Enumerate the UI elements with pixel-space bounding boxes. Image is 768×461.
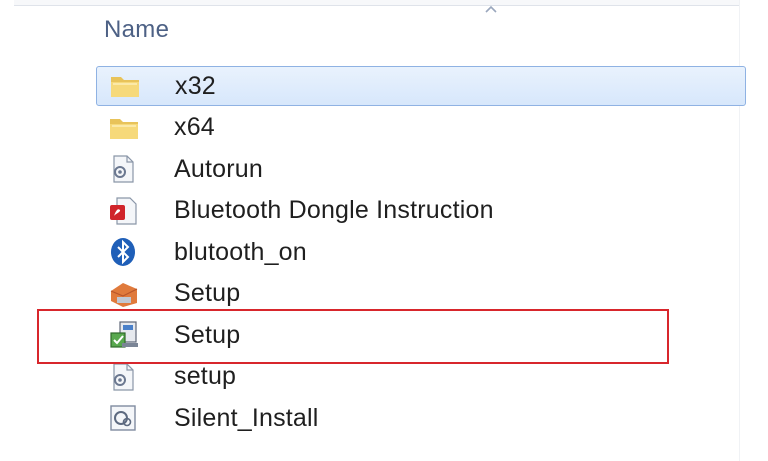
file-explorer-pane: Name x32 x64 Autorun Bluetooth Dongle In…: [0, 0, 768, 461]
settings-file-icon: [108, 153, 148, 185]
file-name: Autorun: [174, 154, 263, 183]
bluetooth-icon: [108, 236, 148, 268]
file-name: blutooth_on: [174, 237, 307, 266]
file-name: x64: [174, 113, 215, 141]
file-row-x32[interactable]: x32: [96, 66, 746, 106]
pdf-file-icon: [108, 195, 148, 227]
file-name: Bluetooth Dongle Instruction: [174, 196, 494, 224]
file-name: Silent_Install: [174, 403, 319, 432]
file-row-silent-install[interactable]: Silent_Install: [96, 398, 746, 438]
name-column-header[interactable]: Name: [96, 12, 746, 48]
file-name: x32: [175, 71, 216, 100]
highlight-annotation-box: [37, 309, 669, 364]
file-row-bluetooth-instruction[interactable]: Bluetooth Dongle Instruction: [96, 191, 746, 231]
folder-icon: [109, 70, 149, 102]
file-name: Setup: [174, 279, 241, 307]
header-top-border: [14, 0, 740, 6]
file-row-blutooth-on[interactable]: blutooth_on: [96, 232, 746, 272]
setup-package-icon: [108, 278, 148, 310]
folder-icon: [108, 112, 148, 144]
file-list: x32 x64 Autorun Bluetooth Dongle Instruc…: [96, 66, 746, 440]
file-name: setup: [174, 362, 237, 390]
batch-file-icon: [108, 402, 148, 434]
settings-file-icon: [108, 361, 148, 393]
file-row-autorun[interactable]: Autorun: [96, 149, 746, 189]
file-row-setup-1[interactable]: Setup: [96, 274, 746, 314]
file-row-x64[interactable]: x64: [96, 108, 746, 148]
name-column-label: Name: [104, 16, 170, 43]
